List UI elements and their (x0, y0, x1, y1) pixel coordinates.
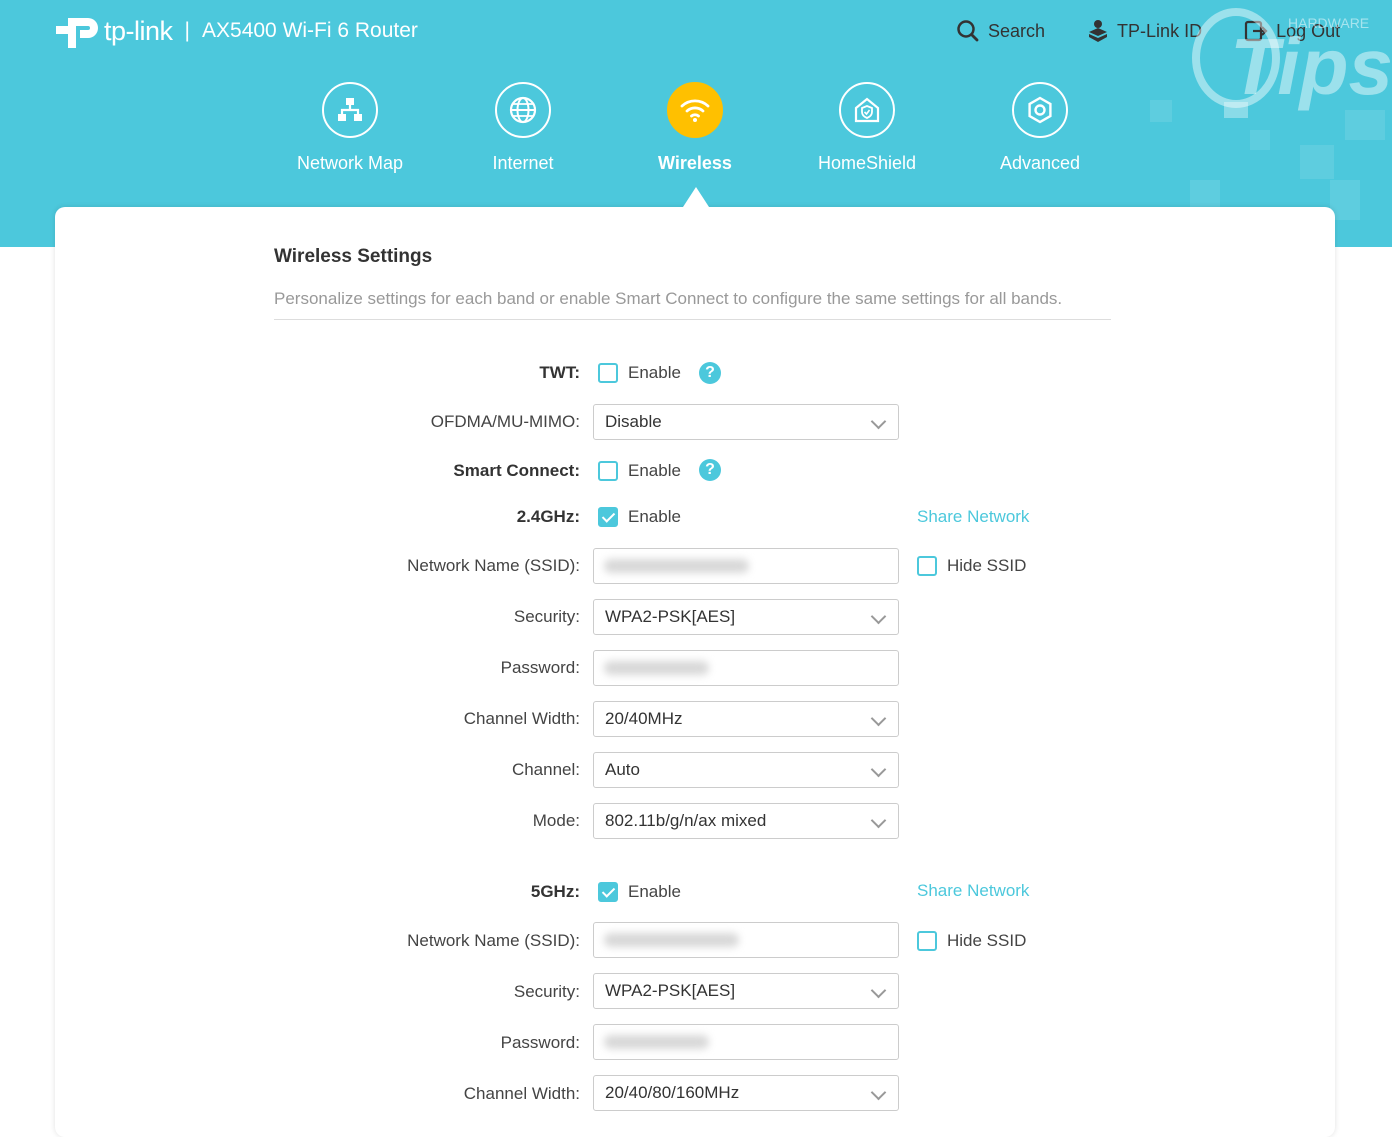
nav-label: Internet (492, 153, 554, 173)
band24-enable-checkbox[interactable] (598, 507, 618, 527)
decor-square (1190, 180, 1220, 210)
band5-ssid-label: Network Name (SSID): (407, 931, 580, 950)
band24-mode-value: 802.11b/g/n/ax mixed (605, 811, 767, 830)
band5-password-label: Password: (500, 1033, 580, 1052)
band5-ssid-input[interactable] (593, 922, 899, 958)
band5-security-value: WPA2-PSK[AES] (605, 981, 736, 1000)
network-map-icon (322, 82, 378, 138)
search-link[interactable]: Search (956, 19, 1045, 43)
tp-link-logo-icon (54, 8, 100, 54)
wifi-icon (667, 82, 723, 138)
tplink-id-icon (1089, 20, 1108, 42)
band24-mode-label: Mode: (532, 811, 580, 830)
band24-security-select[interactable]: WPA2-PSK[AES] (593, 599, 899, 635)
band24-width-label: Channel Width: (463, 709, 580, 728)
band24-hide-ssid-label: Hide SSID (947, 556, 1027, 575)
band24-width-value: 20/40MHz (605, 709, 683, 728)
band5-enable-label: Enable (628, 882, 681, 901)
band24-ssid-input[interactable] (593, 548, 899, 584)
band24-password-label: Password: (500, 658, 580, 677)
nav-advanced[interactable]: Advanced (960, 82, 1120, 174)
active-tab-pointer (683, 187, 709, 207)
redacted-password (604, 1035, 709, 1049)
redacted-ssid (604, 559, 749, 573)
band24-password-input[interactable] (593, 650, 899, 686)
smart-connect-checkbox[interactable] (598, 461, 618, 481)
brand-separator: | (184, 19, 190, 42)
smart-connect-enable-label: Enable (628, 461, 681, 480)
band24-share-network-link[interactable]: Share Network (917, 507, 1029, 527)
band5-hide-ssid-label: Hide SSID (947, 931, 1027, 950)
twt-help-icon[interactable]: ? (699, 362, 721, 384)
chevron-down-icon (870, 1084, 887, 1101)
decor-square (1150, 100, 1172, 122)
search-icon (957, 20, 979, 42)
nav-label: Network Map (296, 153, 404, 173)
band5-label: 5GHz: (530, 882, 580, 901)
band5-security-label: Security: (513, 982, 580, 1001)
nav-label: Advanced (999, 153, 1081, 173)
chevron-down-icon (870, 812, 887, 829)
chevron-down-icon (870, 710, 887, 727)
band24-ssid-label: Network Name (SSID): (407, 556, 580, 575)
gear-icon (1012, 82, 1068, 138)
band5-width-label: Channel Width: (463, 1084, 580, 1103)
smart-connect-help-icon[interactable]: ? (699, 459, 721, 481)
band24-enable-label: Enable (628, 507, 681, 526)
band5-password-input[interactable] (593, 1024, 899, 1060)
redacted-ssid (604, 933, 739, 947)
tplink-id-link[interactable]: TP-Link ID (1087, 18, 1202, 44)
twt-enable-checkbox[interactable] (598, 363, 618, 383)
router-model: AX5400 Wi-Fi 6 Router (202, 19, 418, 42)
nav-wireless[interactable]: Wireless (615, 82, 775, 174)
smart-connect-label: Smart Connect: (453, 461, 580, 480)
band24-channel-value: Auto (605, 760, 640, 779)
hardware-tips-watermark: HARDWARE Tips (1190, 6, 1392, 126)
nav-internet[interactable]: Internet (443, 82, 603, 174)
search-label: Search (988, 20, 1046, 41)
band24-security-label: Security: (513, 607, 580, 626)
settings-card: Wireless Settings Personalize settings f… (55, 207, 1335, 1137)
band5-security-select[interactable]: WPA2-PSK[AES] (593, 973, 899, 1009)
band5-enable-checkbox[interactable] (598, 882, 618, 902)
band24-mode-select[interactable]: 802.11b/g/n/ax mixed (593, 803, 899, 839)
band24-channel-select[interactable]: Auto (593, 752, 899, 788)
brand: tp-link | AX5400 Wi-Fi 6 Router (54, 8, 418, 54)
ofdma-select[interactable]: Disable (593, 404, 899, 440)
home-shield-icon (839, 82, 895, 138)
decor-square (1250, 130, 1270, 150)
chevron-down-icon (870, 413, 887, 430)
page-title: Wireless Settings (274, 246, 433, 267)
band5-share-network-link[interactable]: Share Network (917, 881, 1029, 901)
nav-network-map[interactable]: Network Map (270, 82, 430, 174)
redacted-password (604, 661, 709, 675)
nav-label: Wireless (658, 153, 732, 173)
band5-hide-ssid-checkbox[interactable] (917, 931, 937, 951)
twt-enable-label: Enable (628, 363, 681, 382)
nav-label: HomeShield (817, 153, 917, 173)
chevron-down-icon (870, 608, 887, 625)
ofdma-value: Disable (605, 412, 662, 431)
band5-width-select[interactable]: 20/40/80/160MHz (593, 1075, 899, 1111)
band5-width-value: 20/40/80/160MHz (605, 1083, 740, 1102)
band24-security-value: WPA2-PSK[AES] (605, 607, 736, 626)
band24-label: 2.4GHz: (516, 507, 580, 526)
chevron-down-icon (870, 761, 887, 778)
band24-channel-label: Channel: (511, 760, 580, 779)
page-description: Personalize settings for each band or en… (274, 289, 1063, 308)
decor-square (1300, 145, 1334, 179)
title-divider (274, 319, 1111, 320)
band24-width-select[interactable]: 20/40MHz (593, 701, 899, 737)
chevron-down-icon (870, 982, 887, 999)
watermark-text: Tips (1230, 22, 1390, 111)
band24-hide-ssid-checkbox[interactable] (917, 556, 937, 576)
globe-icon (495, 82, 551, 138)
brand-name: tp-link (104, 15, 173, 46)
ofdma-label: OFDMA/MU-MIMO: (430, 412, 580, 431)
twt-label: TWT: (539, 363, 580, 382)
nav-homeshield[interactable]: HomeShield (787, 82, 947, 174)
